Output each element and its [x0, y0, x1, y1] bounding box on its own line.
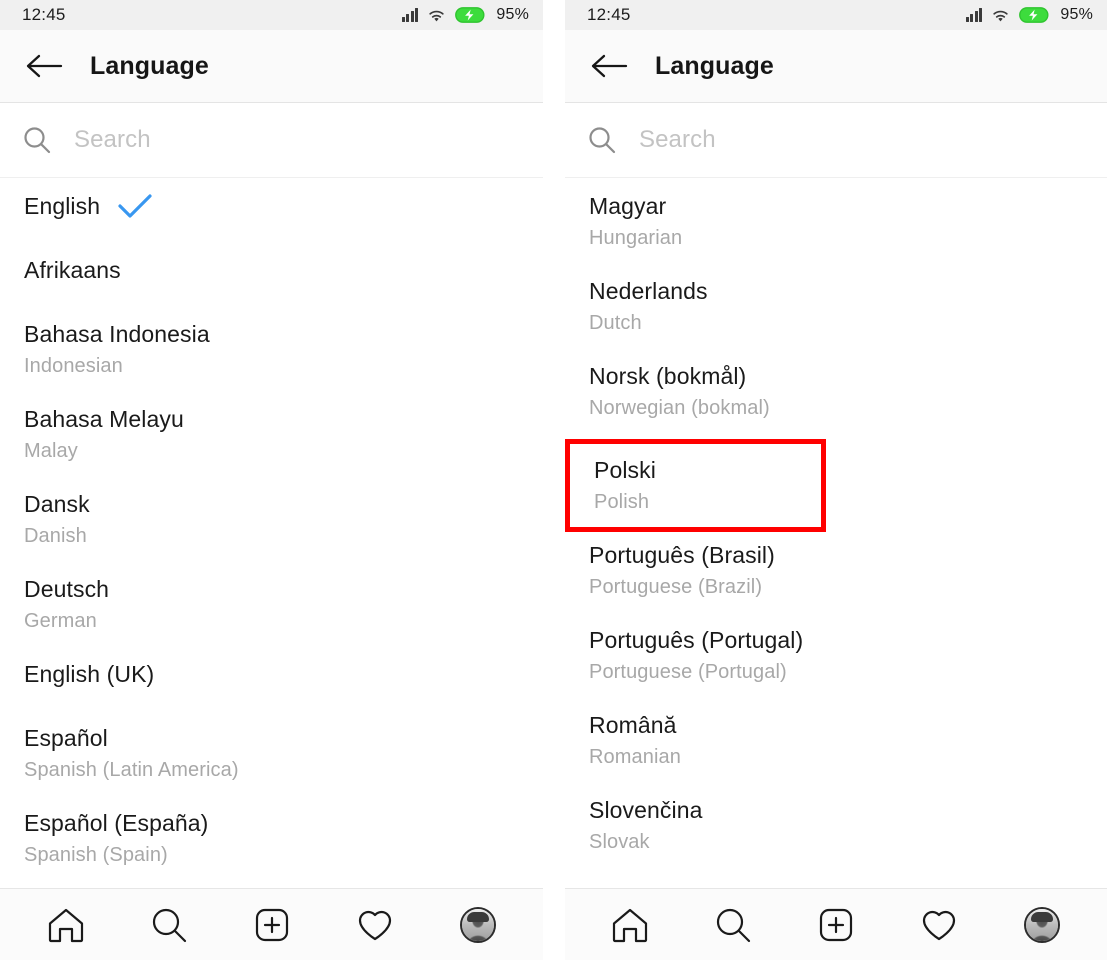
language-native-name: Português (Portugal): [589, 627, 804, 653]
nav-create-button[interactable]: [242, 897, 302, 953]
language-native-name: Magyar: [589, 193, 667, 219]
language-native-name: Español (España): [24, 810, 209, 836]
search-icon: [582, 125, 622, 155]
language-english-name: German: [24, 610, 97, 632]
status-bar-icons: 95%: [965, 6, 1093, 24]
language-english-name: Malay: [24, 440, 78, 462]
nav-profile-button[interactable]: [1012, 897, 1072, 953]
wifi-icon: [429, 10, 445, 21]
app-header-right: Language: [565, 30, 1107, 103]
profile-avatar-icon: [459, 906, 496, 943]
nav-search-button[interactable]: [703, 897, 763, 953]
language-english-name: Hungarian: [589, 227, 683, 249]
language-english-name: Indonesian: [24, 355, 123, 377]
language-native-name: Español: [24, 725, 108, 751]
language-english-name: Dutch: [589, 312, 642, 334]
language-native-name: Afrikaans: [24, 257, 121, 283]
language-list-item[interactable]: Română Romanian: [565, 708, 1107, 772]
language-english-name: Romanian: [589, 746, 681, 768]
language-english-name: Slovak: [589, 831, 650, 853]
language-list-item[interactable]: Español (España) Spanish (Spain): [0, 806, 543, 870]
page-title: Language: [655, 51, 774, 80]
language-list-item[interactable]: Norsk (bokmål) Norwegian (bokmal): [565, 359, 1107, 423]
language-native-name: Română: [589, 712, 677, 738]
language-list-item[interactable]: Nederlands Dutch: [565, 274, 1107, 338]
language-list-item[interactable]: Português (Portugal) Portuguese (Portugal…: [565, 623, 1107, 687]
language-native-name: English: [24, 189, 519, 223]
language-native-name: English (UK): [24, 661, 155, 687]
language-native-name: Português (Brasil): [589, 542, 775, 568]
language-list-item[interactable]: Magyar Hungarian: [565, 189, 1107, 253]
language-native-name: Bahasa Melayu: [24, 406, 184, 432]
battery-percent-label: 95%: [1060, 6, 1093, 23]
profile-avatar-icon: [1023, 906, 1060, 943]
language-native-name: Bahasa Indonesia: [24, 321, 210, 347]
language-list-item[interactable]: English (UK): [0, 657, 543, 691]
signal-icon: [401, 8, 419, 22]
language-english-name: Portuguese (Brazil): [589, 576, 763, 598]
phone-screen-right: 12:45 95% Language Search Magyar Hungari…: [565, 0, 1107, 960]
language-native-name: Norsk (bokmål): [589, 363, 747, 389]
panel-gutter: [543, 0, 565, 960]
back-arrow-icon[interactable]: [18, 40, 70, 92]
language-native-name: Slovenčina: [589, 797, 703, 823]
nav-create-button[interactable]: [806, 897, 866, 953]
nav-home-button[interactable]: [600, 897, 660, 953]
bottom-nav-right: [565, 888, 1107, 960]
language-list-right[interactable]: Magyar Hungarian Nederlands Dutch Norsk (bok…: [565, 178, 1107, 888]
language-list-item[interactable]: Español Spanish (Latin America): [0, 721, 543, 785]
battery-percent-label: 95%: [496, 6, 529, 23]
nav-search-button[interactable]: [139, 897, 199, 953]
phone-screen-left: 12:45 95% Language Search English Afrika…: [0, 0, 543, 960]
language-native-name: Polski: [594, 457, 656, 483]
language-native-name: Nederlands: [589, 278, 708, 304]
language-list-item[interactable]: English: [0, 189, 543, 223]
language-list-item[interactable]: Dansk Danish: [0, 487, 543, 551]
language-list-item[interactable]: Bahasa Indonesia Indonesian: [0, 317, 543, 381]
back-arrow-icon[interactable]: [583, 40, 635, 92]
language-english-name: Danish: [24, 525, 87, 547]
language-english-name: Norwegian (bokmal): [589, 397, 770, 419]
search-icon: [17, 125, 57, 155]
search-bar-right[interactable]: Search: [565, 103, 1107, 178]
bottom-nav-left: [0, 888, 543, 960]
screenshot-root: 12:45 95% Language Search English Afrika…: [0, 0, 1107, 960]
language-native-name: Deutsch: [24, 576, 110, 602]
language-list-item[interactable]: Afrikaans: [0, 253, 543, 287]
language-list-item[interactable]: Polski Polish: [565, 439, 826, 532]
wifi-icon: [993, 10, 1009, 21]
language-list-item[interactable]: Deutsch German: [0, 572, 543, 636]
nav-activity-button[interactable]: [909, 897, 969, 953]
nav-profile-button[interactable]: [448, 897, 508, 953]
language-english-name: Spanish (Latin America): [24, 759, 239, 781]
status-bar-left: 12:45 95%: [0, 0, 543, 30]
language-english-name: Portuguese (Portugal): [589, 661, 787, 683]
language-list-item[interactable]: Slovenčina Slovak: [565, 793, 1107, 857]
status-bar-clock: 12:45: [587, 5, 631, 24]
search-input[interactable]: Search: [639, 126, 716, 154]
app-header-left: Language: [0, 30, 543, 103]
language-english-name: Polish: [594, 491, 650, 513]
search-bar-left[interactable]: Search: [0, 103, 543, 178]
status-bar-clock: 12:45: [22, 5, 66, 24]
checkmark-icon: [118, 193, 152, 219]
language-list-left[interactable]: English Afrikaans Bahasa Indonesia Indonesi…: [0, 178, 543, 888]
language-list-item[interactable]: Bahasa Melayu Malay: [0, 402, 543, 466]
battery-charging-icon: [1019, 7, 1049, 23]
page-title: Language: [90, 51, 209, 80]
search-input[interactable]: Search: [74, 126, 151, 154]
status-bar-icons: 95%: [401, 6, 529, 24]
language-english-name: Spanish (Spain): [24, 844, 168, 866]
status-bar-right: 12:45 95%: [565, 0, 1107, 30]
nav-home-button[interactable]: [36, 897, 96, 953]
language-list-item[interactable]: Português (Brasil) Portuguese (Brazil): [565, 538, 1107, 602]
signal-icon: [965, 8, 983, 22]
language-native-name: Dansk: [24, 491, 90, 517]
nav-activity-button[interactable]: [345, 897, 405, 953]
battery-charging-icon: [455, 7, 485, 23]
